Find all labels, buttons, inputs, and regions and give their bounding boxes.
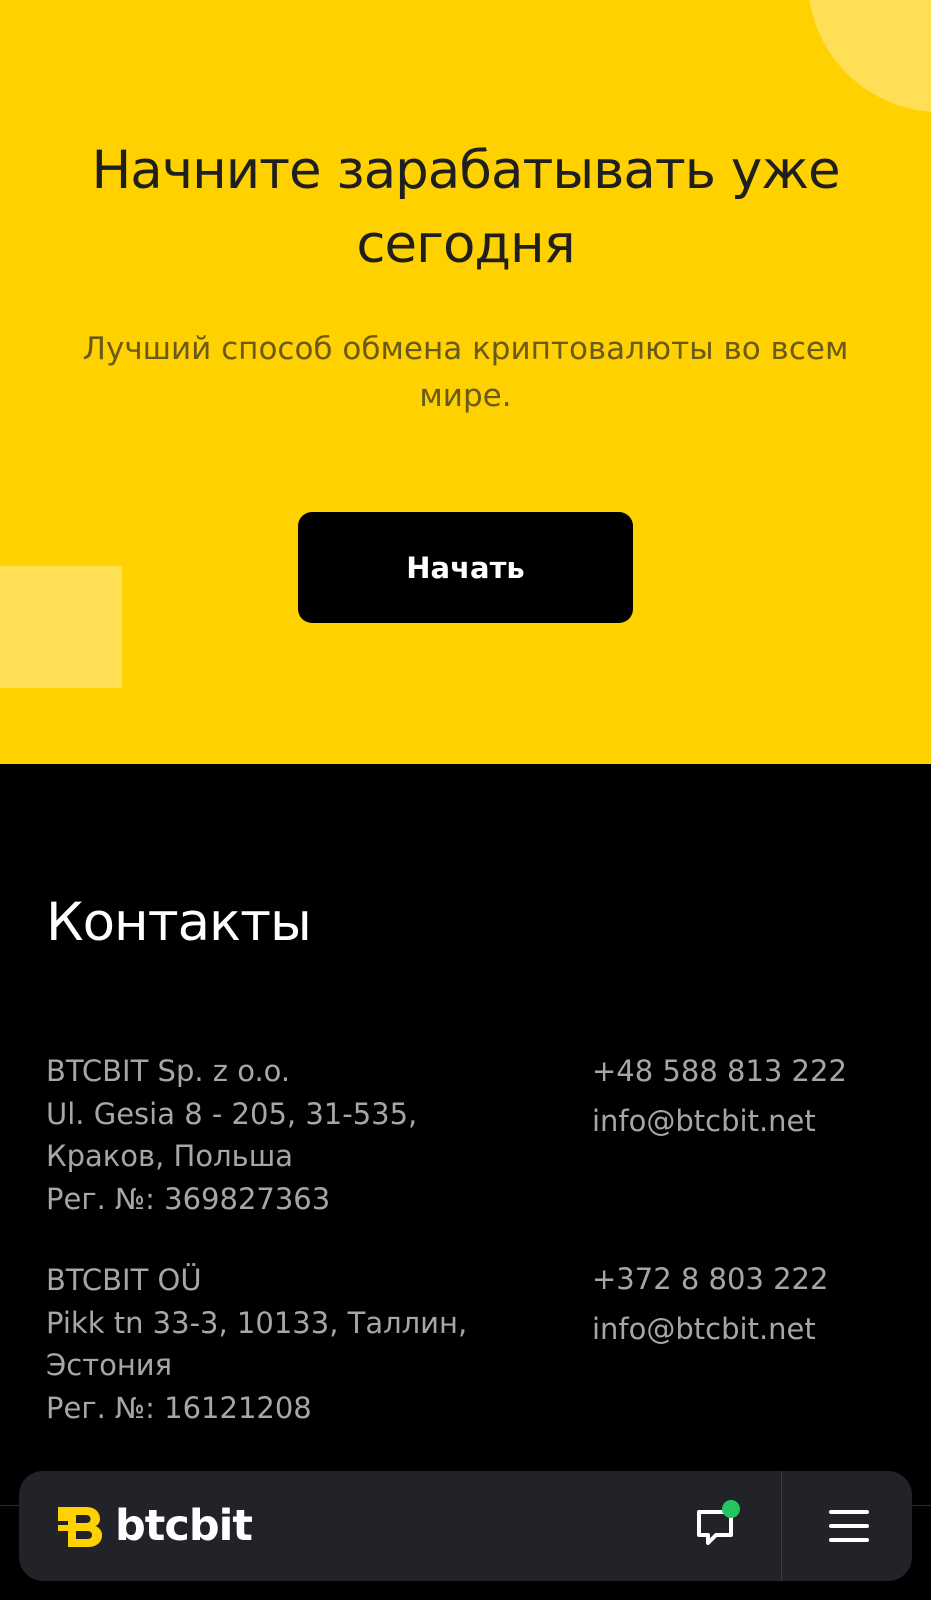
btcbit-logo[interactable]: btcbit <box>56 1501 253 1551</box>
chat-icon <box>697 1500 740 1545</box>
page: Начните зарабатывать уже сегодня Лучший … <box>0 0 931 1600</box>
company-registration: Рег. №: 369827363 <box>46 1181 331 1216</box>
bottom-navigation-bar: btcbit <box>19 1471 912 1581</box>
company-address-line: Ul. Gesia 8 - 205, 31-535, <box>46 1096 418 1131</box>
contacts-title: Контакты <box>46 892 312 953</box>
decorative-square <box>0 566 122 688</box>
phone-link[interactable]: +48 588 813 222 <box>592 1046 892 1096</box>
chat-button[interactable] <box>687 1496 747 1556</box>
bar-separator <box>781 1471 782 1581</box>
company-address-line: Эстония <box>46 1348 173 1382</box>
btcbit-logo-icon <box>58 1507 102 1547</box>
hero-subtitle: Лучший способ обмена криптовалюты во все… <box>82 331 849 414</box>
logo-text: btcbit <box>115 1501 253 1551</box>
company-info-estonia: BTCBIT OÜ Pikk tn 33-3, 10133, Таллин, Э… <box>46 1259 566 1429</box>
company-info-poland: BTCBIT Sp. z o.o. Ul. Gesia 8 - 205, 31-… <box>46 1050 566 1220</box>
company-name: BTCBIT OÜ <box>46 1263 202 1297</box>
decorative-circle <box>808 0 931 112</box>
company-address-line: Pikk tn 33-3, 10133, Таллин, <box>46 1305 468 1340</box>
menu-button[interactable] <box>819 1501 879 1551</box>
hero-title: Начните зарабатывать уже сегодня <box>91 140 840 275</box>
contact-links-estonia: +372 8 803 222 info@btcbit.net <box>592 1254 892 1354</box>
phone-link[interactable]: +372 8 803 222 <box>592 1254 892 1304</box>
company-name: BTCBIT Sp. z o.o. <box>46 1054 291 1088</box>
hamburger-menu-icon <box>829 1510 869 1542</box>
company-registration: Рег. №: 16121208 <box>46 1390 312 1425</box>
contact-links-poland: +48 588 813 222 info@btcbit.net <box>592 1046 892 1146</box>
email-link[interactable]: info@btcbit.net <box>592 1096 892 1146</box>
notification-dot <box>722 1500 740 1518</box>
cta-hero-section: Начните зарабатывать уже сегодня Лучший … <box>0 0 931 764</box>
start-button[interactable]: Начать <box>298 512 633 623</box>
company-address-line: Краков, Польша <box>46 1139 294 1173</box>
email-link[interactable]: info@btcbit.net <box>592 1304 892 1354</box>
